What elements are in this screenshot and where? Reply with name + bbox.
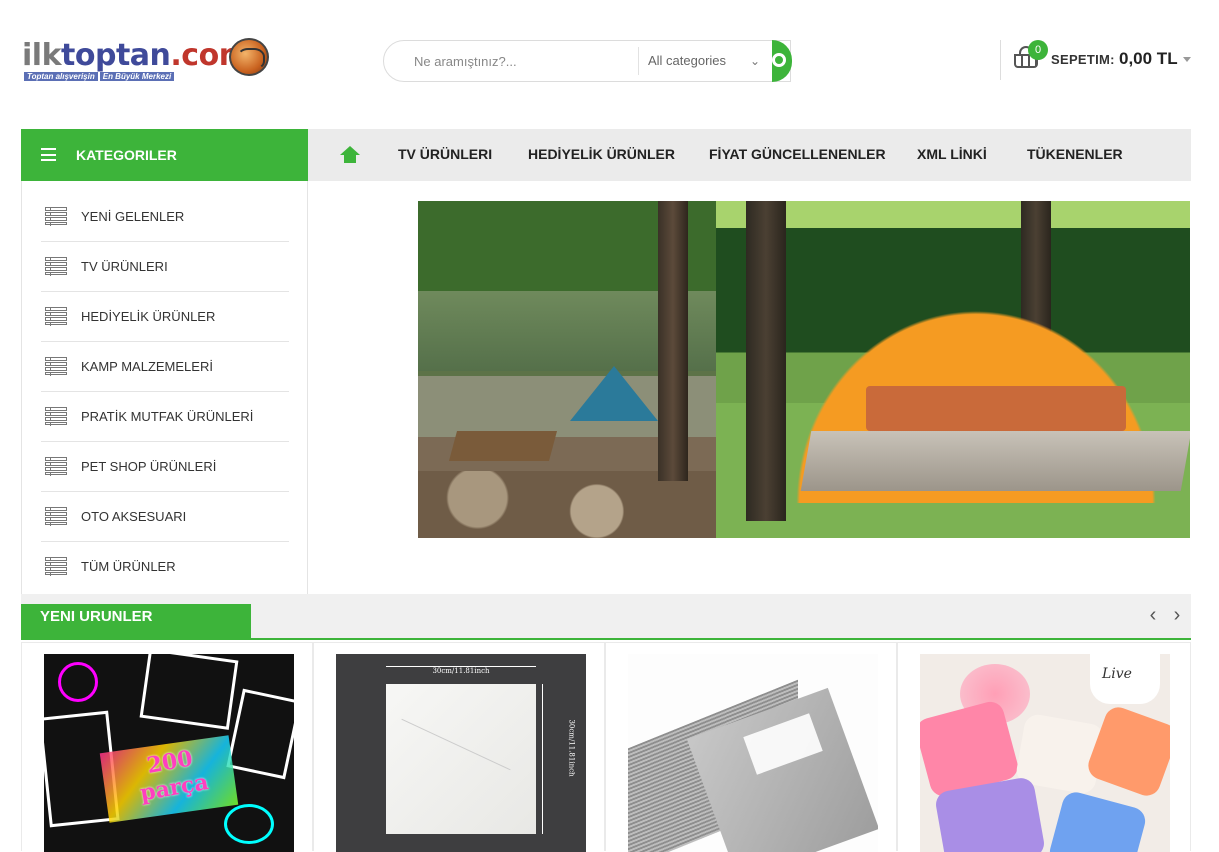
section-title: YENI URUNLER bbox=[40, 608, 153, 625]
product-card[interactable]: Live bbox=[897, 642, 1191, 852]
caret-down-icon bbox=[1183, 57, 1191, 62]
categories-label: KATEGORILER bbox=[76, 147, 177, 163]
nav-item-gifts[interactable]: HEDİYELİK ÜRÜNLER bbox=[528, 146, 675, 162]
list-icon bbox=[45, 307, 67, 326]
dimension-label: 30cm/11.81inch bbox=[542, 684, 576, 834]
new-products-header: YENI URUNLER ‹ › bbox=[21, 594, 1191, 640]
sidebar-item-label: YENİ GELENLER bbox=[81, 209, 185, 224]
cart-count-badge: 0 bbox=[1028, 40, 1048, 60]
sidebar-item-label: TV ÜRÜNLERI bbox=[81, 259, 168, 274]
sidebar-item-gifts[interactable]: HEDİYELİK ÜRÜNLER bbox=[41, 292, 289, 342]
banner-image-lake-camp bbox=[418, 201, 716, 538]
category-sidebar: YENİ GELENLER TV ÜRÜNLERI HEDİYELİK ÜRÜN… bbox=[21, 181, 308, 604]
product-carousel: 200 parça 30cm/11.81inch 30cm/11.81inch L… bbox=[21, 642, 1191, 852]
categories-toggle[interactable]: KATEGORILER bbox=[21, 129, 308, 181]
globe-icon bbox=[229, 38, 269, 76]
sidebar-item-kitchen[interactable]: PRATİK MUTFAK ÜRÜNLERİ bbox=[41, 392, 289, 442]
sidebar-item-all[interactable]: TÜM ÜRÜNLER bbox=[41, 542, 289, 592]
home-icon[interactable] bbox=[340, 146, 360, 164]
sidebar-item-petshop[interactable]: PET SHOP ÜRÜNLERİ bbox=[41, 442, 289, 492]
search-input[interactable] bbox=[384, 41, 638, 81]
cart-label: SEPETIM: bbox=[1051, 52, 1115, 67]
product-image-soap-paper-boxes[interactable]: Live bbox=[920, 654, 1170, 852]
sidebar-item-label: TÜM ÜRÜNLER bbox=[81, 559, 176, 574]
search-bar: All categories ⌄ bbox=[383, 40, 792, 82]
carousel-next-button[interactable]: › bbox=[1167, 605, 1187, 626]
sidebar-item-tv[interactable]: TV ÜRÜNLERI bbox=[41, 242, 289, 292]
product-card[interactable]: 200 parça bbox=[21, 642, 313, 852]
dimension-label: 30cm/11.81inch bbox=[386, 666, 536, 676]
sidebar-item-label: HEDİYELİK ÜRÜNLER bbox=[81, 309, 216, 324]
sidebar-item-label: PRATİK MUTFAK ÜRÜNLERİ bbox=[81, 409, 254, 424]
banner-image-orange-tent bbox=[716, 201, 1190, 538]
list-icon bbox=[45, 507, 67, 526]
product-image-stone-tiles[interactable] bbox=[628, 654, 878, 852]
chevron-down-icon: ⌄ bbox=[749, 54, 760, 68]
list-icon bbox=[45, 407, 67, 426]
sidebar-item-new[interactable]: YENİ GELENLER bbox=[41, 192, 289, 242]
nav-item-xml[interactable]: XML LİNKİ bbox=[917, 146, 987, 162]
sidebar-item-label: OTO AKSESUARI bbox=[81, 509, 187, 524]
hero-banner[interactable] bbox=[418, 201, 1190, 538]
list-icon bbox=[45, 257, 67, 276]
category-select-value: All categories bbox=[648, 53, 727, 68]
logo-tagline: Toptan alışverişin En Büyük Merkezi bbox=[24, 72, 176, 81]
carousel-prev-button[interactable]: ‹ bbox=[1143, 605, 1163, 626]
sidebar-item-label: KAMP MALZEMELERİ bbox=[81, 359, 213, 374]
list-icon bbox=[45, 207, 67, 226]
site-logo[interactable]: ilktoptan.com Toptan alışverişin En Büyük… bbox=[22, 36, 272, 88]
product-card[interactable] bbox=[605, 642, 897, 852]
nav-item-sold-out[interactable]: TÜKENENLER bbox=[1027, 146, 1123, 162]
sidebar-item-label: PET SHOP ÜRÜNLERİ bbox=[81, 459, 217, 474]
hamburger-icon bbox=[41, 148, 56, 161]
nav-item-price-updates[interactable]: FİYAT GÜNCELLENENLER bbox=[709, 146, 886, 162]
cup: Live bbox=[1090, 654, 1160, 704]
list-icon bbox=[45, 557, 67, 576]
sidebar-item-camping[interactable]: KAMP MALZEMELERİ bbox=[41, 342, 289, 392]
product-image-glow-sticks[interactable]: 200 parça bbox=[44, 654, 294, 852]
category-select[interactable]: All categories ⌄ bbox=[638, 47, 770, 75]
cart-widget[interactable]: 0 SEPETIM: 0,00 TL bbox=[1000, 40, 1195, 80]
search-icon bbox=[772, 53, 786, 67]
cart-amount: 0,00 TL bbox=[1119, 49, 1178, 68]
logo-wordmark: ilktoptan.com bbox=[22, 38, 250, 73]
product-image-marble-tile[interactable]: 30cm/11.81inch 30cm/11.81inch bbox=[336, 654, 586, 852]
list-icon bbox=[45, 457, 67, 476]
product-card[interactable]: 30cm/11.81inch 30cm/11.81inch bbox=[313, 642, 605, 852]
search-button[interactable] bbox=[772, 40, 792, 82]
main-nav: KATEGORILER TV ÜRÜNLERI HEDİYELİK ÜRÜNLE… bbox=[21, 129, 1191, 181]
list-icon bbox=[45, 357, 67, 376]
nav-item-tv[interactable]: TV ÜRÜNLERI bbox=[398, 146, 492, 162]
sidebar-item-auto[interactable]: OTO AKSESUARI bbox=[41, 492, 289, 542]
